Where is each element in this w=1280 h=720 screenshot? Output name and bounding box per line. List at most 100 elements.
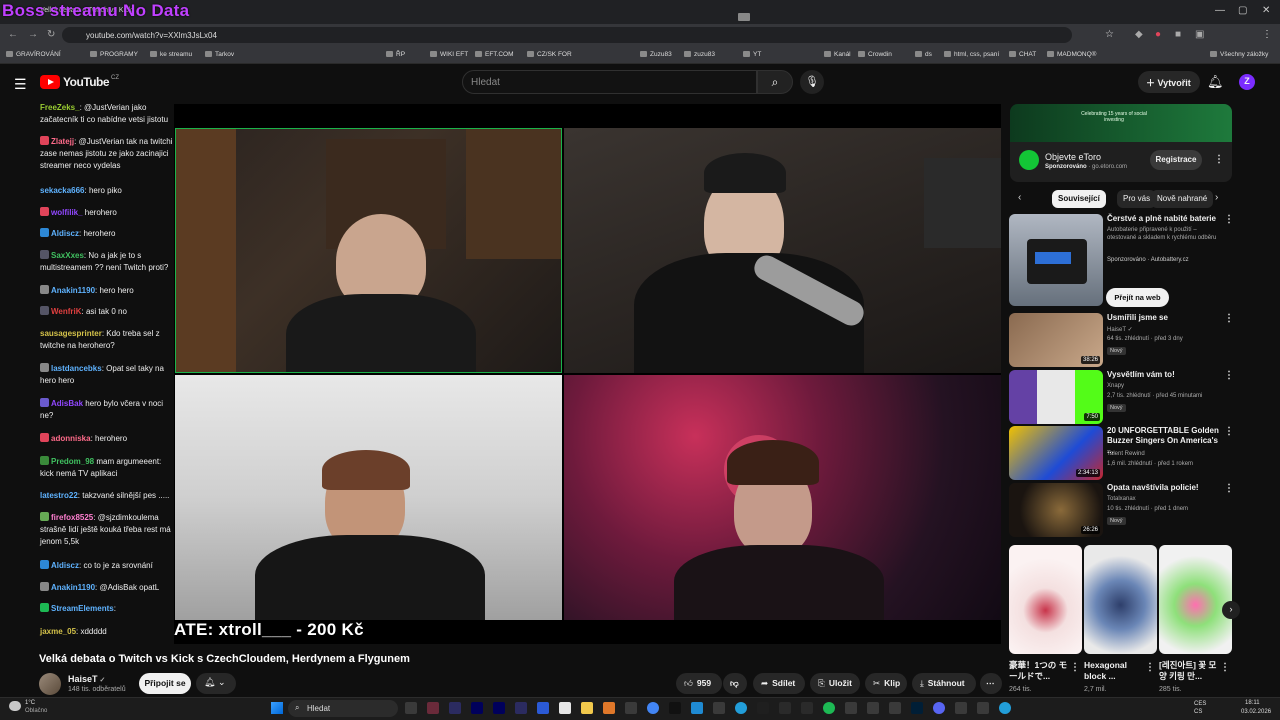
task-view-icon[interactable] (405, 702, 417, 714)
short-title[interactable]: Hexagonal block ... (1084, 660, 1148, 682)
app-icon[interactable] (713, 702, 725, 714)
app-icon[interactable] (559, 702, 571, 714)
app-icon[interactable] (537, 702, 549, 714)
bookmark-item[interactable]: ŘP (386, 51, 405, 58)
spotify-icon[interactable] (823, 702, 835, 714)
chat-username[interactable]: sausagesprinter (40, 329, 102, 338)
kebab-icon[interactable]: ⋮ (1224, 214, 1234, 225)
recommended-video[interactable]: 2:34:13 20 UNFORGETTABLE Golden Buzzer S… (1009, 426, 1234, 480)
kebab-icon[interactable]: ⋮ (1070, 662, 1080, 673)
channel-name[interactable]: HaiseT ✓ (68, 674, 105, 684)
ad-kebab-icon[interactable]: ⋮ (1214, 154, 1224, 165)
kebab-icon[interactable]: ⋮ (1224, 426, 1234, 437)
more-actions-button[interactable]: ⋯ (980, 673, 1002, 694)
maximize-icon[interactable]: ▢ (1238, 5, 1247, 16)
recommended-video[interactable]: 38:26 Usmířili jsme se HaiseT ✓ 64 tis. … (1009, 313, 1234, 367)
bookmark-item[interactable]: Zuzu83 (640, 51, 672, 58)
app-icon[interactable] (757, 702, 769, 714)
minimize-icon[interactable]: — (1215, 5, 1225, 16)
short-title[interactable]: [레진아트] 꽃 모양 키링 만... (1159, 660, 1223, 682)
keyboard-icon[interactable] (738, 13, 750, 21)
chip-recently-uploaded[interactable]: Nově nahrané (1151, 190, 1214, 208)
subscription-notification-button[interactable]: 🔔︎ ⌄ (196, 673, 236, 694)
clock-date[interactable]: 03.02.2026 (1241, 709, 1271, 715)
ad-banner-image[interactable] (1010, 104, 1232, 142)
bookmark-item[interactable]: Všechny záložky (1210, 51, 1268, 58)
app-icon[interactable] (515, 702, 527, 714)
chat-username[interactable]: Anakin1190 (51, 286, 95, 295)
hamburger-menu-icon[interactable]: ☰ (14, 76, 27, 93)
kebab-icon[interactable]: ⋮ (1224, 483, 1234, 494)
media-encoder-icon[interactable] (493, 702, 505, 714)
recommended-video[interactable]: 7:50 Vysvětlím vám to! Xnapy 2,7 tis. zh… (1009, 370, 1234, 424)
short-thumbnail[interactable] (1009, 545, 1082, 654)
avatar[interactable]: Z (1239, 74, 1255, 90)
bookmark-item[interactable]: ke streamu (150, 51, 192, 58)
kebab-icon[interactable]: ⋮ (1145, 662, 1155, 673)
create-button[interactable]: ＋ Vytvořit (1138, 71, 1200, 93)
short-thumbnail[interactable] (1084, 545, 1157, 654)
clip-button[interactable]: ✂ Klip (865, 673, 907, 694)
ad-title[interactable]: Objevte eToro (1045, 152, 1101, 162)
bookmark-item[interactable]: Tarkov (205, 51, 234, 58)
search-button[interactable]: ⌕ (757, 70, 793, 94)
join-button[interactable]: Připojit se (139, 673, 191, 694)
chat-username[interactable]: Aldiscz (51, 561, 79, 570)
keyboard-layout[interactable]: CS (1194, 709, 1202, 715)
bookmark-item[interactable]: YT (743, 51, 761, 58)
keyboard-language[interactable]: CES (1194, 701, 1206, 707)
video-thumbnail[interactable] (1009, 214, 1103, 306)
kebab-icon[interactable]: ⋮ (1220, 662, 1230, 673)
like-button[interactable]: 👍︎ 959 (676, 673, 722, 694)
app-icon[interactable] (801, 702, 813, 714)
go-to-website-button[interactable]: Přejít na web (1106, 288, 1169, 307)
extension-icon[interactable]: ● (1155, 29, 1161, 40)
recommended-video[interactable]: 26:26 Opata navštívila policie! Totalxan… (1009, 483, 1234, 537)
dislike-button[interactable]: 👎︎ (723, 673, 747, 694)
extension-icon[interactable]: ■ (1175, 29, 1181, 40)
windows-start-icon[interactable] (271, 702, 283, 714)
chrome-icon[interactable] (647, 702, 659, 714)
vscode-icon[interactable] (691, 702, 703, 714)
channel-avatar[interactable] (39, 673, 61, 695)
app-icon[interactable] (955, 702, 967, 714)
bookmark-item[interactable]: CHAT (1009, 51, 1036, 58)
notifications-bell-icon[interactable]: 🔔︎ (1207, 74, 1224, 90)
star-icon[interactable]: ☆ (1105, 29, 1114, 40)
bookmark-item[interactable]: GRAVÍROVÁNÍ (6, 51, 61, 58)
bookmark-item[interactable]: html, css, psaní (944, 51, 999, 58)
chat-username[interactable]: jaxme_05 (40, 627, 76, 636)
kebab-icon[interactable]: ⋮ (1224, 370, 1234, 381)
chat-username[interactable]: wolfilik_ (51, 208, 83, 217)
photoshop-icon[interactable] (911, 702, 923, 714)
tiktok-icon[interactable] (669, 702, 681, 714)
bookmark-item[interactable]: MADMONQ® (1047, 51, 1096, 58)
chevron-right-icon[interactable]: › (1215, 192, 1218, 203)
short-title[interactable]: 豪華！1つの モールドで... (1009, 660, 1073, 682)
app-icon[interactable] (603, 702, 615, 714)
bookmark-item[interactable]: ds (915, 51, 932, 58)
video-thumbnail[interactable]: 26:26 (1009, 483, 1103, 537)
bookmark-item[interactable]: Kanál (824, 51, 851, 58)
chat-username[interactable]: SaxXxes (51, 251, 84, 260)
chat-username[interactable]: WenfriK (51, 307, 82, 316)
discord-icon[interactable] (933, 702, 945, 714)
app-icon[interactable] (427, 702, 439, 714)
save-button[interactable]: ⎘ Uložit (810, 673, 860, 694)
short-thumbnail[interactable] (1159, 545, 1232, 654)
bookmark-item[interactable]: zuzu83 (684, 51, 715, 58)
voice-search-button[interactable]: 🎙︎ (800, 70, 824, 94)
bookmark-item[interactable]: WIKI EFT (430, 51, 468, 58)
menu-kebab-icon[interactable]: ⋮ (1262, 29, 1272, 40)
file-explorer-icon[interactable] (581, 702, 593, 714)
app-icon[interactable] (779, 702, 791, 714)
puzzle-icon[interactable]: ▣ (1195, 29, 1204, 40)
taskbar-search-input[interactable]: Hledat (288, 700, 398, 717)
bookmark-item[interactable]: Crowdin (858, 51, 892, 58)
back-icon[interactable]: ← (8, 29, 18, 40)
chat-username[interactable]: latestro22 (40, 491, 78, 500)
chat-username[interactable]: StreamElements (51, 604, 114, 613)
app-icon[interactable] (845, 702, 857, 714)
app-icon[interactable] (889, 702, 901, 714)
chat-username[interactable]: Predom_98 (51, 457, 94, 466)
